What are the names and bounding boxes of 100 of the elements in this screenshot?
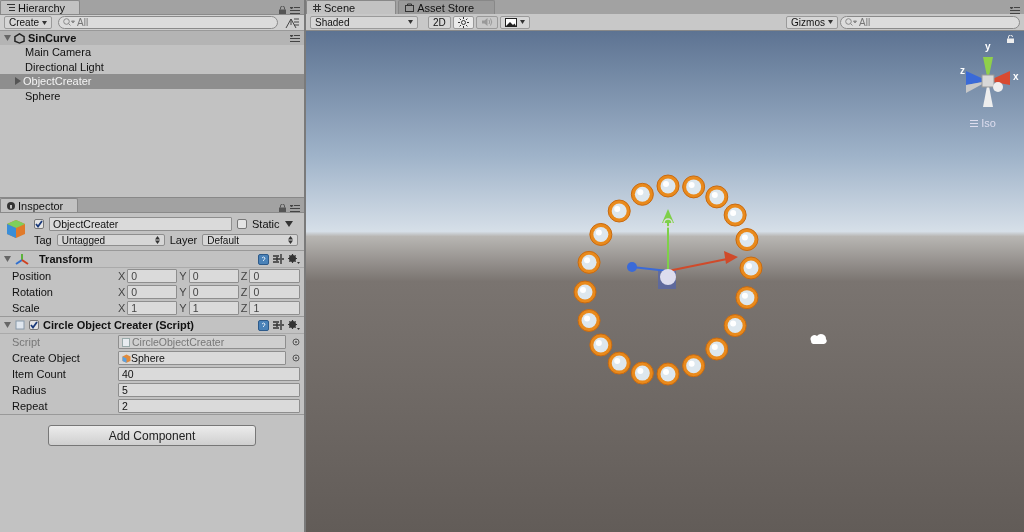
number-field[interactable]: 0 (127, 269, 178, 283)
property-label: Scale (12, 302, 41, 314)
axis-label: Z (240, 286, 248, 298)
list-icon (7, 4, 15, 11)
property-label: Radius (12, 384, 48, 396)
add-component-button[interactable]: Add Component (48, 425, 256, 446)
speaker-icon (480, 17, 493, 27)
number-field[interactable]: 0 (249, 285, 300, 299)
script-file-icon (122, 337, 130, 347)
axis-label: X (118, 302, 126, 314)
value-field[interactable]: 40 (118, 367, 300, 381)
foldout-arrow-icon[interactable] (4, 322, 11, 328)
property-label: Position (12, 270, 53, 282)
property-label: Repeat (12, 400, 49, 412)
effects-dropdown[interactable] (499, 15, 530, 29)
info-icon (7, 201, 15, 210)
help-book-icon[interactable] (258, 319, 269, 331)
prefab-cube-icon (122, 353, 131, 363)
help-book-icon[interactable] (258, 253, 269, 265)
sphere-ring-drawing[interactable] (573, 174, 763, 386)
search-field[interactable]: All (840, 15, 1020, 29)
component-title[interactable]: Circle Object Creater (Script) (43, 319, 194, 331)
audio-toggle[interactable] (475, 15, 498, 29)
number-field[interactable]: 0 (249, 269, 300, 283)
foldout-arrow-icon[interactable] (4, 256, 11, 262)
value-field[interactable]: 2 (118, 399, 300, 413)
number-field[interactable]: 1 (249, 301, 300, 315)
inspector-tab[interactable]: Inspector (0, 198, 79, 212)
sliders-icon[interactable] (273, 320, 284, 330)
view-tab[interactable]: Asset Store (398, 0, 496, 14)
scene-filter-icon[interactable] (284, 16, 300, 29)
scene-name[interactable]: SinCurve (28, 32, 77, 44)
view-tab[interactable]: Scene (306, 0, 397, 14)
axis-label: Z (240, 302, 248, 314)
move-gizmo-drawing[interactable] (627, 209, 738, 289)
script-field: CircleObjectCreater (118, 335, 286, 349)
expand-arrow-icon[interactable] (15, 77, 21, 86)
value-field[interactable]: 5 (118, 383, 300, 397)
lock-icon[interactable] (279, 6, 286, 14)
hierarchy-item[interactable]: Directional Light (0, 59, 304, 74)
lock-icon[interactable] (1007, 35, 1014, 43)
number-field[interactable]: 0 (127, 285, 178, 299)
image-icon (504, 17, 517, 27)
script-icon (15, 320, 25, 330)
shading-dropdown[interactable]: Shaded (310, 15, 418, 29)
number-field[interactable]: 0 (188, 285, 239, 299)
panel-menu-icon[interactable] (290, 6, 300, 14)
lighting-toggle[interactable] (452, 15, 474, 29)
axis-label: X (118, 286, 126, 298)
layer-dropdown[interactable]: Default (202, 234, 299, 246)
cube-icon (4, 217, 28, 241)
sliders-icon[interactable] (273, 254, 284, 264)
2d-toggle[interactable]: 2D (428, 15, 451, 29)
hierarchy-item[interactable]: Sphere (0, 88, 304, 103)
active-checkbox[interactable] (34, 219, 44, 229)
component-title[interactable]: Transform (39, 253, 93, 265)
property-label: Item Count (12, 368, 67, 380)
light-object-icon[interactable] (810, 334, 827, 344)
axes-icon (15, 253, 29, 265)
caret-icon (42, 20, 47, 25)
foldout-arrow-icon[interactable] (4, 35, 11, 41)
search-field[interactable]: All (58, 16, 278, 29)
panel-menu-icon[interactable] (1010, 7, 1020, 14)
axis-label: Z (240, 270, 248, 282)
number-field[interactable]: 0 (188, 269, 239, 283)
up-down-arrows-icon (288, 236, 294, 244)
grid-icon (313, 3, 321, 12)
static-checkbox[interactable] (237, 219, 247, 229)
caret-icon (519, 20, 525, 24)
property-label: Rotation (12, 286, 54, 298)
lock-icon[interactable] (279, 204, 286, 212)
axis-label: Y (179, 302, 187, 314)
object-name-field[interactable]: ObjectCreater (49, 217, 232, 231)
number-field[interactable]: 1 (127, 301, 178, 315)
static-label: Static (252, 218, 280, 230)
object-field[interactable]: Sphere (118, 351, 286, 365)
tag-dropdown[interactable]: Untagged (56, 234, 165, 246)
create-dropdown[interactable]: Create (4, 16, 52, 29)
number-field[interactable]: 1 (188, 301, 239, 315)
axis-label: Y (179, 286, 187, 298)
panel-menu-icon[interactable] (290, 34, 300, 42)
layer-label: Layer (169, 234, 198, 246)
hierarchy-tab[interactable]: Hierarchy (0, 0, 81, 14)
panel-menu-icon[interactable] (290, 204, 300, 212)
component-enabled-checkbox[interactable] (29, 320, 39, 330)
property-label: Script (12, 336, 42, 348)
gear-icon[interactable] (288, 254, 300, 264)
hierarchy-item[interactable]: Main Camera (0, 45, 304, 60)
gizmos-dropdown[interactable]: Gizmos (786, 15, 838, 29)
gear-icon[interactable] (288, 320, 300, 330)
bag-icon (405, 3, 415, 12)
axis-label: X (118, 270, 126, 282)
tag-label: Tag (34, 234, 52, 246)
dropdown-arrow-icon[interactable] (284, 221, 293, 227)
axis-label: Y (179, 270, 187, 282)
sun-icon (457, 16, 469, 28)
unity-logo-icon (14, 32, 25, 44)
x-axis-label: x (1013, 71, 1019, 82)
z-axis-label: z (960, 65, 965, 76)
y-axis-label: y (985, 41, 991, 52)
